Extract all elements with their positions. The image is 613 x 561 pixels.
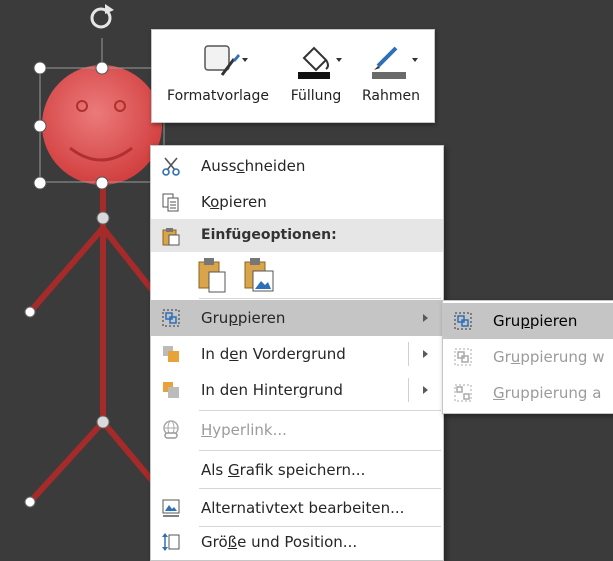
- submenu-item-regroup[interactable]: Gruppierung w: [443, 339, 613, 375]
- submenu-item-ungroup-label: Gruppierung a: [493, 384, 602, 402]
- submenu-arrow-icon[interactable]: [423, 350, 428, 358]
- paste-as-picture-icon[interactable]: [241, 254, 277, 294]
- menu-item-send-to-back-label: In den Hintergrund: [201, 381, 343, 399]
- submenu-arrow-icon[interactable]: [423, 386, 428, 394]
- foot-handle-left: [24, 496, 36, 508]
- menu-item-group-label: Gruppieren: [201, 309, 286, 327]
- menu-item-copy[interactable]: Kopieren: [151, 184, 443, 220]
- fill-button[interactable]: Füllung: [282, 36, 350, 118]
- stick-figure[interactable]: [24, 65, 163, 508]
- paste-options-label: Einfügeoptionen:: [201, 227, 337, 243]
- hand-handle-left: [24, 306, 36, 318]
- scissors-icon: [162, 157, 180, 176]
- menu-item-size-position-label: Größe und Position...: [201, 533, 358, 551]
- menu-item-alt-text[interactable]: Alternativtext bearbeiten...: [151, 490, 443, 526]
- menu-item-hyperlink-label: Hyperlink...: [201, 421, 287, 439]
- hip-handle: [96, 415, 110, 429]
- submenu-arrow-icon: [423, 314, 428, 322]
- left-arm: [27, 226, 106, 314]
- menu-item-hyperlink[interactable]: Hyperlink...: [151, 412, 443, 448]
- format-style-button[interactable]: Formatvorlage: [160, 36, 276, 118]
- format-style-label: Formatvorlage: [167, 88, 269, 104]
- menu-item-bring-to-front[interactable]: In den Vordergrund: [151, 336, 443, 372]
- split-separator: [408, 378, 409, 402]
- group-icon: [162, 309, 180, 327]
- group-icon: [454, 312, 472, 330]
- menu-item-cut-label: Ausschneiden: [201, 157, 306, 175]
- regroup-icon: [454, 348, 472, 366]
- menu-item-save-as-picture-label: Als Grafik speichern...: [201, 461, 366, 479]
- split-separator: [408, 342, 409, 366]
- handle-bm: [95, 176, 109, 190]
- mini-toolbar: Formatvorlage Füllung Rahmen: [151, 29, 435, 123]
- menu-divider: [199, 298, 441, 299]
- size-position-icon: [162, 533, 180, 551]
- paste-keep-formatting-icon[interactable]: [195, 254, 231, 294]
- menu-item-bring-to-front-label: In den Vordergrund: [201, 345, 346, 363]
- menu-divider: [199, 410, 441, 411]
- handle-ml: [33, 119, 47, 133]
- bring-to-front-icon: [163, 346, 179, 362]
- send-to-back-icon: [163, 382, 179, 398]
- outline-pen-icon: [372, 46, 418, 79]
- menu-item-copy-label: Kopieren: [201, 193, 267, 211]
- handle-tm: [95, 61, 109, 75]
- handle-bl: [33, 176, 47, 190]
- copy-icon: [162, 193, 179, 212]
- menu-item-alt-text-label: Alternativtext bearbeiten...: [201, 499, 405, 517]
- menu-divider: [199, 488, 441, 489]
- submenu-item-group-label: Gruppieren: [493, 312, 578, 330]
- paste-options-section: Einfügeoptionen:: [151, 219, 443, 252]
- submenu-item-group[interactable]: Gruppieren: [443, 303, 613, 339]
- left-leg: [27, 419, 106, 505]
- submenu-item-regroup-label: Gruppierung w: [493, 348, 605, 366]
- clipboard-icon: [162, 228, 180, 246]
- submenu-item-ungroup[interactable]: Gruppierung a: [443, 375, 613, 411]
- alt-text-icon: [162, 499, 180, 517]
- format-style-icon: [204, 45, 248, 76]
- menu-item-cut[interactable]: Ausschneiden: [151, 148, 443, 184]
- context-menu: Ausschneiden Kopieren Einfügeoptionen: G…: [150, 145, 444, 561]
- hyperlink-icon: [163, 420, 179, 439]
- menu-item-save-as-picture[interactable]: Als Grafik speichern...: [151, 452, 443, 488]
- menu-item-group[interactable]: Gruppieren: [151, 300, 443, 336]
- rotate-icon: [90, 4, 114, 29]
- smiley-face: [42, 65, 162, 185]
- group-submenu: Gruppieren Gruppierung w Gruppierung a: [442, 300, 613, 414]
- menu-item-send-to-back[interactable]: In den Hintergrund: [151, 372, 443, 408]
- menu-divider: [199, 450, 441, 451]
- joint-handle: [96, 211, 110, 225]
- outline-button[interactable]: Rahmen: [354, 36, 428, 118]
- menu-item-size-position[interactable]: Größe und Position...: [151, 524, 443, 560]
- handle-tl: [33, 61, 47, 75]
- fill-label: Füllung: [290, 88, 342, 104]
- outline-label: Rahmen: [362, 88, 420, 104]
- ungroup-icon: [454, 384, 472, 402]
- fill-bucket-icon: [298, 46, 342, 79]
